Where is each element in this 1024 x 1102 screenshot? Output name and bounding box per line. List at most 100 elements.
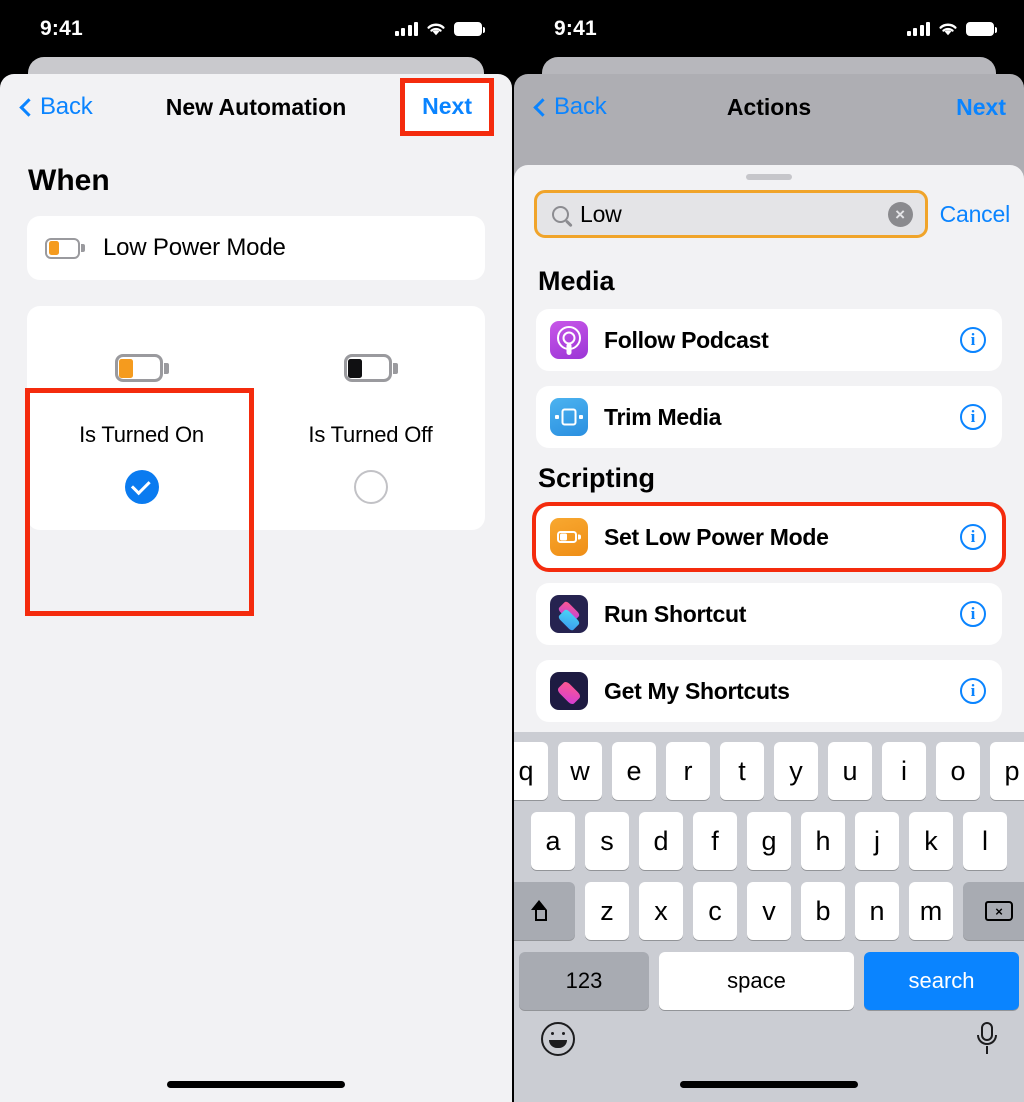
key-v[interactable]: v [747, 882, 791, 940]
search-bar-row: Low × Cancel [514, 180, 1024, 238]
info-circle-icon[interactable]: i [960, 404, 986, 430]
shortcuts-app-icon [550, 595, 588, 633]
shift-key-icon[interactable] [514, 882, 575, 940]
keyboard-row-3: z x c v b n m × [514, 882, 1024, 940]
clear-circle-icon[interactable]: × [887, 201, 913, 227]
action-row-follow-podcast[interactable]: Follow Podcast i [536, 309, 1002, 371]
battery-icon [966, 21, 998, 36]
key-p[interactable]: p [990, 742, 1024, 800]
when-section-header: When [28, 164, 110, 197]
key-r[interactable]: r [666, 742, 710, 800]
keyboard-row-4: 123 space search [519, 952, 1019, 1010]
shortcuts-app-icon [550, 672, 588, 710]
key-m[interactable]: m [909, 882, 953, 940]
choice-is-turned-on[interactable]: Is Turned On [27, 306, 256, 530]
key-q[interactable]: q [514, 742, 548, 800]
key-e[interactable]: e [612, 742, 656, 800]
key-h[interactable]: h [801, 812, 845, 870]
section-header-media: Media [538, 266, 615, 296]
cellular-signal-icon [906, 21, 930, 36]
key-l[interactable]: l [963, 812, 1007, 870]
search-input-value: Low [580, 200, 622, 227]
next-button[interactable]: Next [400, 78, 494, 136]
choice-is-turned-off[interactable]: Is Turned Off [256, 306, 485, 530]
key-w[interactable]: w [558, 742, 602, 800]
key-b[interactable]: b [801, 882, 845, 940]
action-row-run-shortcut[interactable]: Run Shortcut i [536, 583, 1002, 645]
magnifier-icon [552, 205, 569, 223]
key-g[interactable]: g [747, 812, 791, 870]
keyboard-row-2: a s d f g h j k l [519, 812, 1019, 870]
key-f[interactable]: f [693, 812, 737, 870]
back-button[interactable]: Back [18, 93, 93, 121]
actions-list[interactable]: Media Follow Podcast i Trim Media i Scri… [514, 238, 1024, 722]
key-k[interactable]: k [909, 812, 953, 870]
key-c[interactable]: c [693, 882, 737, 940]
next-button-wrapper: Next [400, 78, 494, 136]
trigger-row[interactable]: Low Power Mode [27, 216, 485, 280]
key-j[interactable]: j [855, 812, 899, 870]
key-u[interactable]: u [828, 742, 872, 800]
status-bar-time: 9:41 [40, 16, 83, 40]
key-y[interactable]: y [774, 742, 818, 800]
home-indicator [680, 1081, 858, 1088]
section-header-scripting: Scripting [538, 463, 656, 493]
key-z[interactable]: z [585, 882, 629, 940]
action-label: Follow Podcast [604, 326, 769, 353]
delete-key-icon[interactable]: × [963, 882, 1024, 940]
right-phone-screen: 9:41 Back Actions Next Low × Cancel Medi… [512, 0, 1024, 1102]
search-key[interactable]: search [864, 952, 1019, 1010]
key-o[interactable]: o [936, 742, 980, 800]
action-row-get-my-shortcuts[interactable]: Get My Shortcuts i [536, 660, 1002, 722]
action-label: Set Low Power Mode [604, 523, 829, 550]
info-circle-icon[interactable]: i [960, 678, 986, 704]
status-bar-icons [394, 21, 486, 37]
key-n[interactable]: n [855, 882, 899, 940]
trim-media-icon [550, 398, 588, 436]
status-bar-time: 9:41 [554, 16, 597, 40]
key-s[interactable]: s [585, 812, 629, 870]
checkmark-icon[interactable] [124, 470, 159, 504]
key-x[interactable]: x [639, 882, 683, 940]
key-d[interactable]: d [639, 812, 683, 870]
navigation-bar: Back Actions Next [514, 74, 1024, 140]
low-power-battery-icon [45, 237, 85, 259]
battery-black-icon [343, 354, 398, 382]
trigger-label: Low Power Mode [103, 234, 286, 261]
choice-row: Is Turned On Is Turned Off [27, 306, 485, 530]
microphone-key-icon[interactable] [977, 1022, 997, 1056]
delete-glyph: × [985, 901, 1013, 921]
radio-unselected-icon[interactable] [353, 470, 388, 504]
action-row-trim-media[interactable]: Trim Media i [536, 386, 1002, 448]
status-bar: 9:41 [0, 0, 512, 57]
keyboard-row-1: q w e r t y u i o p [514, 742, 1024, 800]
space-key[interactable]: space [659, 952, 854, 1010]
search-input[interactable]: Low × [534, 190, 928, 238]
back-button-label: Back [554, 93, 607, 120]
back-button[interactable]: Back [532, 93, 607, 121]
cellular-signal-icon [394, 21, 418, 36]
cancel-button[interactable]: Cancel [940, 201, 1011, 228]
info-circle-icon[interactable]: i [960, 524, 986, 550]
chevron-left-icon [533, 97, 552, 117]
action-row-set-low-power-mode[interactable]: Set Low Power Mode i [532, 502, 1006, 572]
info-circle-icon[interactable]: i [960, 601, 986, 627]
wifi-icon [939, 23, 957, 35]
key-a[interactable]: a [531, 812, 575, 870]
next-button[interactable]: Next [956, 94, 1006, 121]
chevron-left-icon [19, 97, 38, 117]
key-t[interactable]: t [720, 742, 764, 800]
left-phone-screen: 9:41 Back New Automation Next When Low P… [0, 0, 512, 1102]
key-i[interactable]: i [882, 742, 926, 800]
on-screen-keyboard[interactable]: q w e r t y u i o p a s d f g h j k l z … [514, 732, 1024, 1102]
info-circle-icon[interactable]: i [960, 327, 986, 353]
emoji-key-icon[interactable] [541, 1022, 575, 1056]
keyboard-row-5 [519, 1022, 1019, 1056]
podcast-app-icon [550, 321, 588, 359]
status-bar: 9:41 [514, 0, 1024, 57]
automation-sheet: Back New Automation Next When Low Power … [0, 74, 512, 1102]
numbers-key[interactable]: 123 [519, 952, 649, 1010]
navigation-bar: Back New Automation Next [0, 74, 512, 140]
choice-label: Is Turned On [79, 422, 204, 447]
action-label: Get My Shortcuts [604, 677, 790, 704]
